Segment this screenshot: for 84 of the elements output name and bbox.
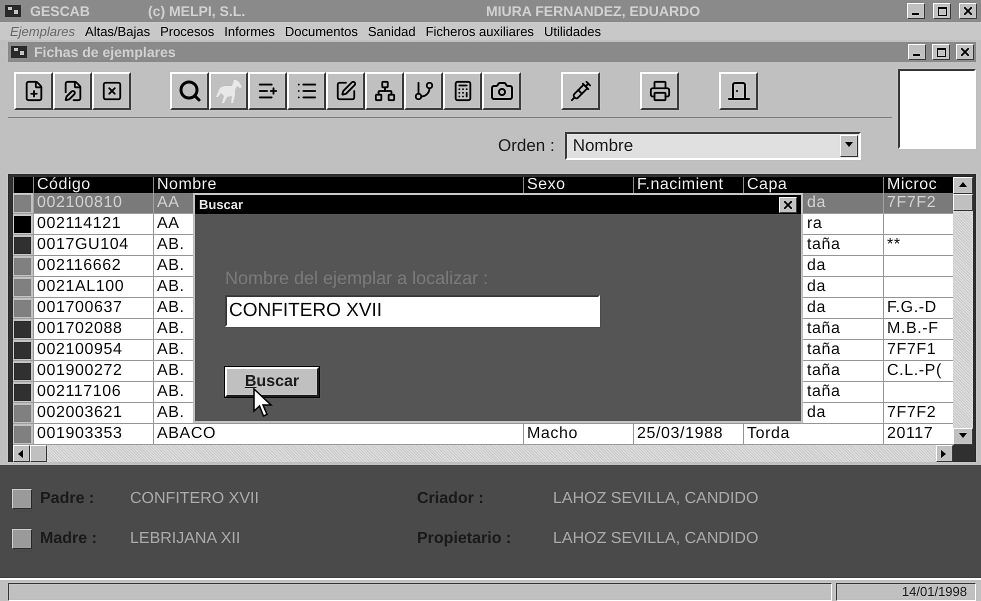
maximize-icon: [936, 48, 946, 56]
table-cell: 001903353: [33, 424, 153, 444]
color-square: [12, 529, 32, 549]
table-cell: 25/03/1988: [633, 424, 743, 444]
toolbar-button[interactable]: [209, 72, 248, 110]
maximize-button[interactable]: [933, 3, 951, 19]
search-icon: [178, 79, 202, 103]
toolbar-button[interactable]: [404, 72, 443, 110]
maximize-button[interactable]: [932, 44, 950, 60]
mouse-pointer-icon: [253, 388, 275, 418]
menu-item[interactable]: Informes: [224, 24, 275, 38]
close-button[interactable]: [959, 3, 977, 19]
door-icon: [726, 79, 750, 103]
status-date: 14/01/1998: [836, 583, 976, 601]
menu-item[interactable]: Altas/Bajas: [85, 24, 150, 38]
horse-icon: [214, 77, 244, 105]
table-cell: 0021AL100: [33, 277, 153, 297]
toolbar-button[interactable]: [170, 72, 209, 110]
table-cell: 0017GU104: [33, 235, 153, 255]
minimize-button[interactable]: [908, 44, 926, 60]
dialog-title: Buscar: [199, 197, 244, 212]
app-name: GESCAB: [30, 3, 91, 19]
app-icon: [10, 44, 28, 60]
close-icon: [784, 200, 792, 208]
toolbar-button[interactable]: [719, 72, 758, 110]
toolbar-button[interactable]: [326, 72, 365, 110]
horizontal-scrollbar[interactable]: [13, 445, 953, 462]
minimize-button[interactable]: [907, 3, 925, 19]
table-cell: 001702088: [33, 319, 153, 339]
square-pen-icon: [334, 80, 356, 102]
table-cell: 002117106: [33, 382, 153, 402]
search-button[interactable]: Buscar: [225, 367, 319, 397]
table-cell: 001700637: [33, 298, 153, 318]
toolbar-button[interactable]: [482, 72, 521, 110]
detail-value: CONFITERO XVII: [130, 490, 259, 508]
toolbar-button[interactable]: [443, 72, 482, 110]
detail-value: LEBRIJANA XII: [130, 530, 240, 548]
maximize-icon: [938, 6, 946, 16]
syringe-icon: [570, 80, 592, 102]
detail-value: LAHOZ SEVILLA, CANDIDO: [553, 490, 758, 508]
menu-item[interactable]: Utilidades: [544, 24, 602, 38]
close-icon: [964, 7, 972, 15]
close-icon: [961, 48, 969, 56]
network-icon: [374, 80, 396, 102]
detail-value: LAHOZ SEVILLA, CANDIDO: [553, 530, 758, 548]
app-icon: [4, 3, 22, 19]
close-button[interactable]: [779, 196, 797, 212]
table-cell: 002100810: [33, 193, 153, 213]
order-dropdown[interactable]: Nombre: [564, 132, 861, 160]
vertical-scrollbar[interactable]: [953, 177, 973, 445]
user-name: MIURA FERNANDEZ, EDUARDO: [486, 3, 700, 19]
square-x-icon: [100, 80, 122, 102]
table-cell: 002100954: [33, 340, 153, 360]
branch-icon: [412, 80, 434, 102]
copyright-text: (c) MELPI, S.L.: [148, 3, 246, 19]
toolbar-button[interactable]: [14, 72, 53, 110]
table-cell: ABACO: [153, 424, 523, 444]
scroll-thumb[interactable]: [30, 445, 47, 462]
color-square: [12, 489, 32, 509]
camera-icon: [490, 79, 514, 103]
toolbar-button[interactable]: [640, 72, 679, 110]
scroll-thumb[interactable]: [953, 194, 973, 211]
menu-item[interactable]: Ficheros auxiliares: [426, 24, 534, 38]
toolbar-button[interactable]: [92, 72, 131, 110]
printer-icon: [648, 80, 670, 102]
menu-item[interactable]: Documentos: [284, 24, 358, 38]
toolbar-button[interactable]: [561, 72, 600, 110]
menu-item[interactable]: Sanidad: [368, 24, 416, 38]
toolbar-button[interactable]: [248, 72, 287, 110]
child-window-title: Fichas de ejemplares: [34, 44, 176, 60]
toolbar-button[interactable]: [287, 72, 326, 110]
table-cell: 002116662: [33, 256, 153, 276]
toolbar-button[interactable]: [53, 72, 92, 110]
table-cell: Torda: [743, 424, 883, 444]
close-button[interactable]: [956, 44, 974, 60]
table-row[interactable]: 001903353 ABACO Macho 25/03/1988 Torda 20117: [13, 424, 953, 445]
order-label: Orden :: [498, 136, 555, 156]
table-cell: 001900272: [33, 361, 153, 381]
table-cell: Macho: [523, 424, 633, 444]
toolbar-button[interactable]: [365, 72, 404, 110]
search-field[interactable]: CONFITERO XVII: [225, 295, 600, 327]
table-cell: 002003621: [33, 403, 153, 423]
table-cell: 002114121: [33, 214, 153, 234]
menu-item[interactable]: Procesos: [160, 24, 214, 38]
